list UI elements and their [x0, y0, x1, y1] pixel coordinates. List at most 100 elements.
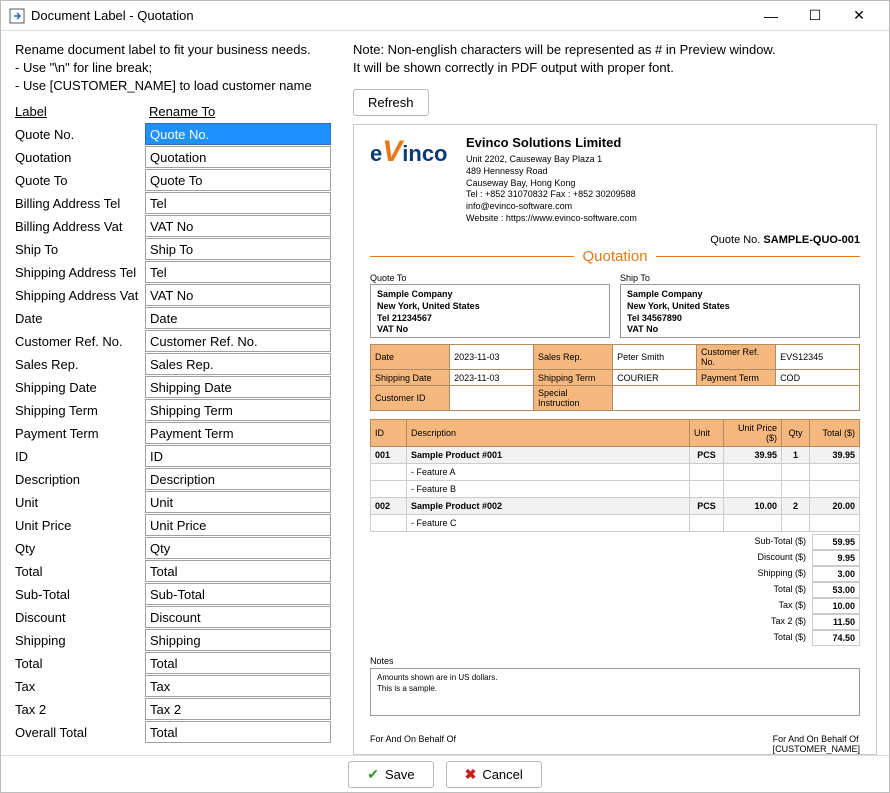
label-row: Customer Ref. No.	[15, 330, 331, 353]
label-row: Quote No.	[15, 123, 331, 146]
titlebar: Document Label - Quotation — ☐ ✕	[1, 1, 889, 31]
rename-input[interactable]	[145, 376, 331, 398]
label-row: Overall Total	[15, 721, 331, 744]
rename-input[interactable]	[145, 261, 331, 283]
total-row: Discount ($)9.95	[370, 550, 860, 566]
label-text: Total	[15, 656, 145, 671]
label-text: ID	[15, 449, 145, 464]
document-preview: eVinco Evinco Solutions Limited Unit 220…	[370, 135, 860, 754]
item-row: - Feature B	[371, 481, 860, 498]
rename-input[interactable]	[145, 560, 331, 582]
rename-input[interactable]	[145, 652, 331, 674]
label-text: Shipping Address Vat	[15, 288, 145, 303]
app-icon	[9, 8, 25, 24]
label-row: Tax 2	[15, 698, 331, 721]
rename-input[interactable]	[145, 169, 331, 191]
item-row: - Feature C	[371, 515, 860, 532]
rename-input[interactable]	[145, 468, 331, 490]
rename-input[interactable]	[145, 491, 331, 513]
document-type: Quotation	[574, 248, 655, 265]
rename-input[interactable]	[145, 721, 331, 743]
label-text: Sub-Total	[15, 587, 145, 602]
label-text: Shipping	[15, 633, 145, 648]
preview-area[interactable]: eVinco Evinco Solutions Limited Unit 220…	[353, 124, 877, 755]
rename-input[interactable]	[145, 514, 331, 536]
rename-input[interactable]	[145, 146, 331, 168]
minimize-button[interactable]: —	[749, 1, 793, 31]
rename-input[interactable]	[145, 330, 331, 352]
quote-to-box: Sample Company New York, United States T…	[370, 284, 610, 338]
refresh-button[interactable]: Refresh	[353, 89, 429, 116]
label-text: Quote To	[15, 173, 145, 188]
label-row: Quotation	[15, 146, 331, 169]
label-row: Tax	[15, 675, 331, 698]
note-line: It will be shown correctly in PDF output…	[353, 59, 877, 77]
company-web: Website : https://www.evinco-software.co…	[466, 213, 637, 225]
rename-input[interactable]	[145, 192, 331, 214]
intro-line: - Use [CUSTOMER_NAME] to load customer n…	[15, 77, 331, 95]
intro-text: Rename document label to fit your busine…	[15, 41, 331, 96]
company-addr: Causeway Bay, Hong Kong	[466, 178, 637, 190]
label-row: Shipping Address Vat	[15, 284, 331, 307]
total-row: Shipping ($)3.00	[370, 566, 860, 582]
item-row: 001Sample Product #001PCS39.95139.95	[371, 447, 860, 464]
cancel-label: Cancel	[482, 767, 522, 782]
label-text: Overall Total	[15, 725, 145, 740]
total-row: Sub-Total ($)59.95	[370, 534, 860, 550]
total-row: Tax 2 ($)11.50	[370, 614, 860, 630]
rename-input[interactable]	[145, 675, 331, 697]
rename-input[interactable]	[145, 422, 331, 444]
label-row: Unit	[15, 491, 331, 514]
notes-label: Notes	[370, 656, 860, 666]
label-text: Shipping Date	[15, 380, 145, 395]
items-table: ID Description Unit Unit Price ($) Qty T…	[370, 419, 860, 532]
rename-input[interactable]	[145, 284, 331, 306]
label-row: Description	[15, 468, 331, 491]
company-name: Evinco Solutions Limited	[466, 135, 637, 152]
preview-note: Note: Non-english characters will be rep…	[353, 41, 877, 77]
rename-input[interactable]	[145, 537, 331, 559]
rename-input[interactable]	[145, 445, 331, 467]
label-row: Ship To	[15, 238, 331, 261]
label-row: Qty	[15, 537, 331, 560]
rename-column-header: Rename To	[149, 104, 215, 119]
rename-input[interactable]	[145, 399, 331, 421]
save-label: Save	[385, 767, 415, 782]
item-row: 002Sample Product #002PCS10.00220.00	[371, 498, 860, 515]
quote-number: Quote No. SAMPLE-QUO-001	[370, 234, 860, 246]
label-text: Ship To	[15, 242, 145, 257]
company-logo: eVinco	[370, 135, 450, 185]
total-row: Tax ($)10.00	[370, 598, 860, 614]
label-text: Qty	[15, 541, 145, 556]
label-text: Customer Ref. No.	[15, 334, 145, 349]
label-text: Discount	[15, 610, 145, 625]
rename-input[interactable]	[145, 606, 331, 628]
label-row: ID	[15, 445, 331, 468]
rename-input[interactable]	[145, 629, 331, 651]
rename-input[interactable]	[145, 123, 331, 145]
close-button[interactable]: ✕	[837, 1, 881, 31]
company-tel: Tel : +852 31070832 Fax : +852 30209588	[466, 189, 637, 201]
rename-input[interactable]	[145, 583, 331, 605]
cancel-button[interactable]: ✖ Cancel	[446, 761, 542, 788]
label-row: Sales Rep.	[15, 353, 331, 376]
label-text: Quotation	[15, 150, 145, 165]
check-icon: ✔	[367, 766, 379, 783]
label-text: Shipping Term	[15, 403, 145, 418]
intro-line: - Use "\n" for line break;	[15, 59, 331, 77]
label-text: Tax 2	[15, 702, 145, 717]
maximize-button[interactable]: ☐	[793, 1, 837, 31]
rename-input[interactable]	[145, 307, 331, 329]
window-title: Document Label - Quotation	[31, 8, 749, 23]
x-icon: ✖	[465, 766, 477, 783]
rename-input[interactable]	[145, 353, 331, 375]
notes-box: Amounts shown are in US dollars. This is…	[370, 668, 860, 716]
intro-line: Rename document label to fit your busine…	[15, 41, 331, 59]
label-row: Shipping Address Tel	[15, 261, 331, 284]
total-row: Total ($)53.00	[370, 582, 860, 598]
rename-input[interactable]	[145, 238, 331, 260]
rename-input[interactable]	[145, 698, 331, 720]
save-button[interactable]: ✔ Save	[348, 761, 433, 788]
label-rename-panel: Rename document label to fit your busine…	[1, 31, 341, 755]
rename-input[interactable]	[145, 215, 331, 237]
